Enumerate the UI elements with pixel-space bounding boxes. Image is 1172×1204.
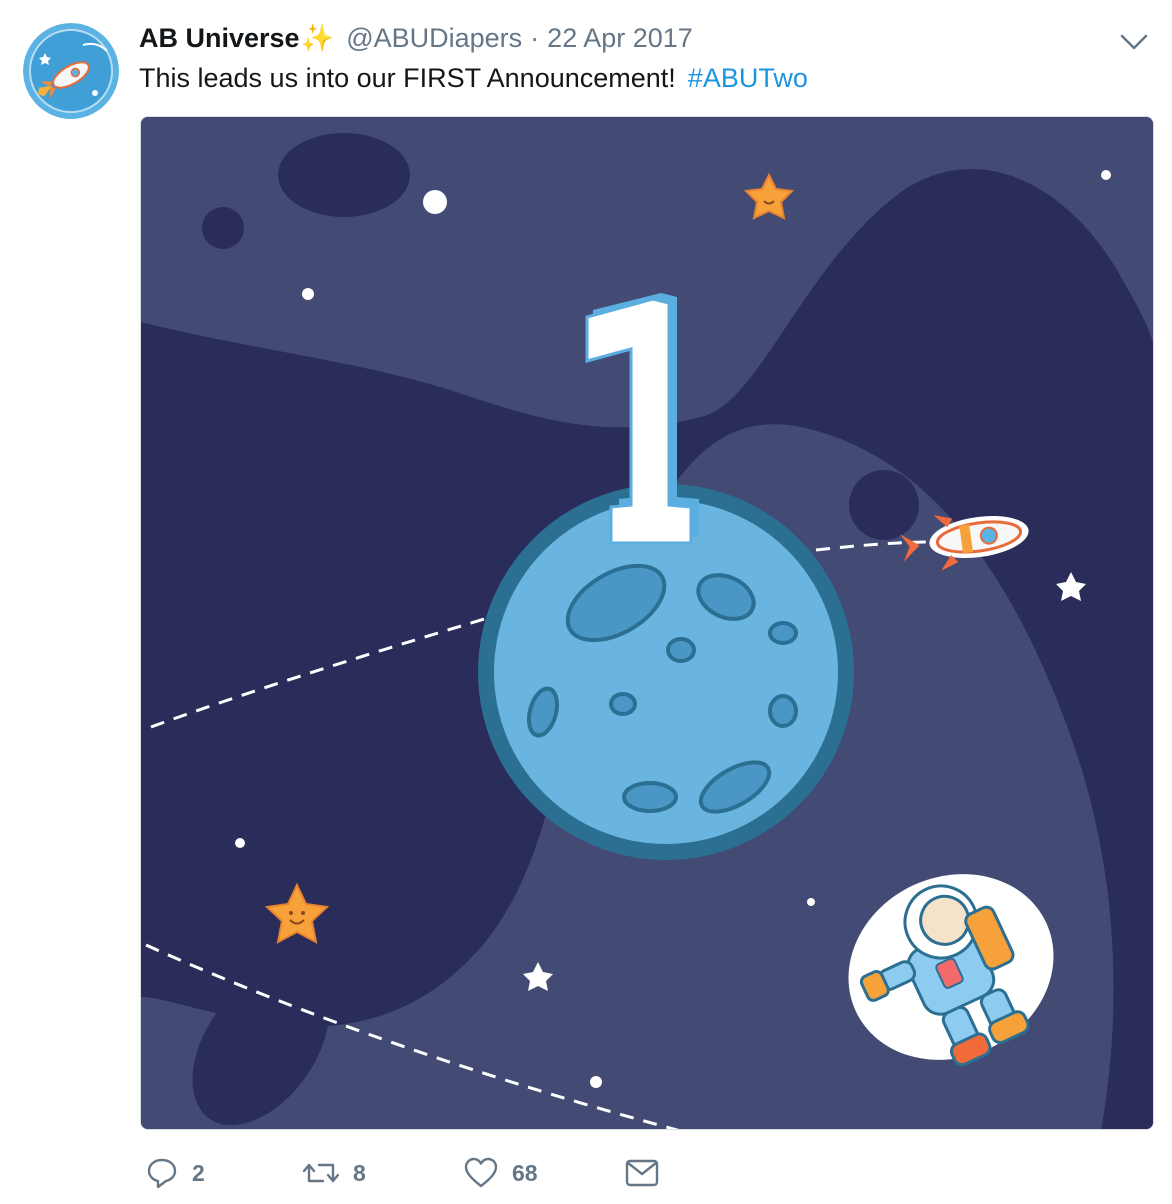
hashtag-link[interactable]: #ABUTwo xyxy=(688,63,808,93)
reply-button[interactable]: 2 xyxy=(146,1150,205,1196)
tweet-text: This leads us into our FIRST Announcemen… xyxy=(139,60,1132,96)
avatar[interactable] xyxy=(23,23,119,119)
tweet-image[interactable] xyxy=(140,116,1154,1130)
tweet-actions: 2 8 68 xyxy=(140,1150,700,1196)
tweet: AB Universe ✨ @ABUDiapers · 22 Apr 2017 … xyxy=(0,0,1172,1204)
reply-count: 2 xyxy=(192,1159,205,1186)
envelope-icon xyxy=(625,1158,659,1188)
sparkle-emoji-icon: ✨ xyxy=(300,22,335,53)
chevron-down-icon[interactable] xyxy=(1118,28,1150,54)
retweet-button[interactable]: 8 xyxy=(303,1150,366,1196)
direct-message-button[interactable] xyxy=(625,1150,659,1196)
retweet-icon xyxy=(303,1157,339,1189)
tweet-date[interactable]: 22 Apr 2017 xyxy=(547,23,693,54)
reply-icon xyxy=(146,1157,178,1189)
tweet-body: This leads us into our FIRST Announcemen… xyxy=(139,63,676,93)
like-count: 68 xyxy=(512,1159,538,1186)
heart-icon xyxy=(464,1157,498,1189)
tweet-header: AB Universe ✨ @ABUDiapers · 22 Apr 2017 xyxy=(139,20,1092,56)
like-button[interactable]: 68 xyxy=(464,1150,538,1196)
separator: · xyxy=(530,22,540,53)
retweet-count: 8 xyxy=(353,1159,366,1186)
display-name[interactable]: AB Universe xyxy=(139,23,300,54)
user-handle[interactable]: @ABUDiapers xyxy=(346,23,522,54)
